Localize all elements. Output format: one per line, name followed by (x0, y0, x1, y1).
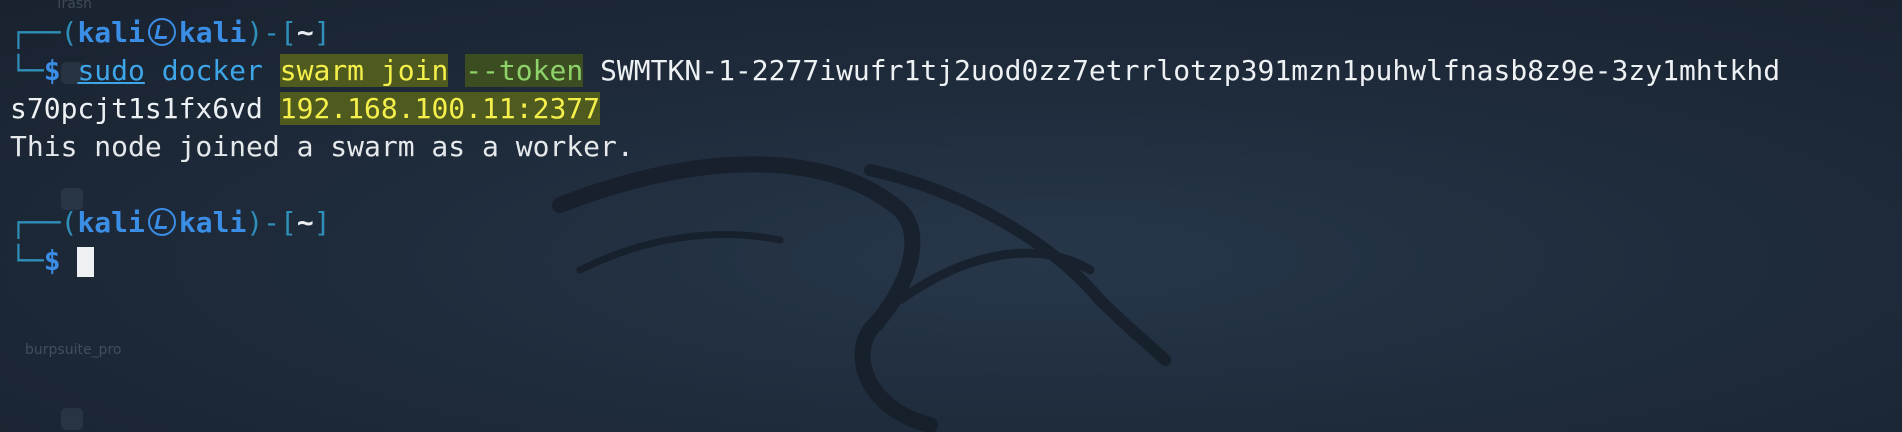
prompt-frame-top-2: ┌──( (10, 206, 78, 239)
command-sudo: sudo (77, 54, 145, 87)
prompt-bracket-close-2: ] (313, 206, 331, 239)
kali-skull-icon (147, 208, 176, 236)
prompt-cwd: ~ (296, 16, 314, 49)
prompt-symbol: $ (43, 54, 61, 87)
prompt-bracket: )-[ (246, 16, 297, 49)
kali-skull-icon (147, 18, 176, 46)
prompt-header: ┌──(kali kali)-[~] (10, 14, 1902, 52)
prompt-frame-bottom-2: └─ (10, 244, 44, 277)
prompt-user-2: kali (77, 206, 145, 239)
command-token-part2: s70pcjt1s1fx6vd (10, 92, 263, 125)
prompt-host-2: kali (178, 206, 247, 239)
prompt-header-2: ┌──(kali kali)-[~] (10, 204, 1902, 242)
command-line: └─$ sudo docker swarm join --token SWMTK… (10, 52, 1902, 90)
command-address: 192.168.100.11:2377 (279, 92, 601, 125)
command-output: This node joined a swarm as a worker. (10, 130, 634, 163)
desktop-icon-label-trash: Trash (55, 0, 92, 12)
prompt-frame-top: ┌──( (10, 16, 78, 49)
command-option: --token (465, 54, 584, 87)
prompt-host: kali (178, 16, 247, 49)
command-subcommand: swarm join (279, 54, 449, 87)
command-token-part1: SWMTKN-1-2277iwufr1tj2uod0zz7etrrlotzp39… (600, 54, 1781, 87)
prompt-user: kali (77, 16, 145, 49)
prompt-frame-bottom: └─ (10, 54, 44, 87)
command-binary: docker (161, 54, 263, 87)
command-line-wrap: s70pcjt1s1fx6vd 192.168.100.11:2377 (10, 90, 1902, 128)
prompt-bracket-2: )-[ (246, 206, 297, 239)
terminal-window[interactable]: ┌──(kali kali)-[~] └─$ sudo docker swarm … (10, 14, 1902, 432)
input-line[interactable]: └─$ (10, 242, 1902, 280)
prompt-cwd-2: ~ (296, 206, 314, 239)
prompt-bracket-close: ] (313, 16, 331, 49)
prompt-symbol-2: $ (43, 244, 61, 277)
text-cursor[interactable] (77, 247, 95, 277)
